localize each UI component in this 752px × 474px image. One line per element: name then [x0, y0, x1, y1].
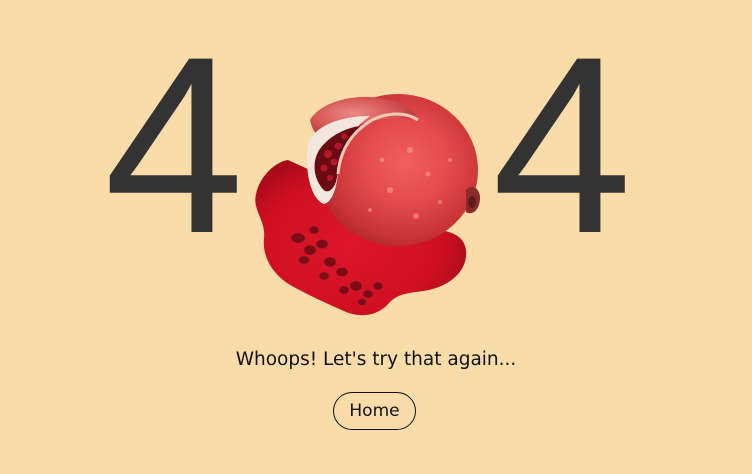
error-page: 4 4 Whoops! Let's try that again... Home	[0, 0, 752, 474]
error-digit-left: 4	[104, 5, 245, 286]
error-code-404: 4 4	[0, 0, 752, 340]
error-digit-right: 4	[492, 5, 633, 286]
error-message: Whoops! Let's try that again...	[235, 349, 517, 370]
home-button[interactable]: Home	[333, 392, 416, 430]
pomegranate-illustration	[255, 94, 480, 316]
